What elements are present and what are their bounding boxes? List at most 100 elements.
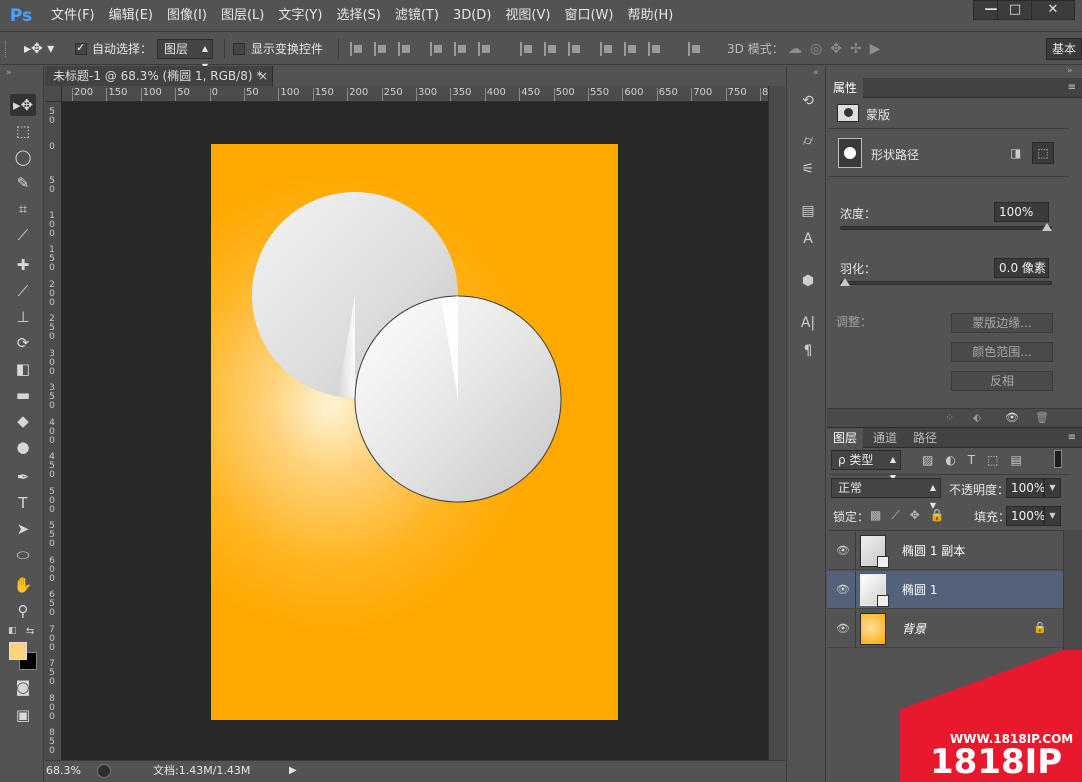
menu-edit[interactable]: 编辑(E)	[102, 0, 160, 32]
color-range-button[interactable]: 颜色范围...	[951, 342, 1053, 362]
feather-field[interactable]: 0.0 像素	[994, 258, 1049, 278]
layer-row[interactable]: 👁 椭圆 1 副本	[827, 532, 1063, 570]
status-info-icon[interactable]	[97, 764, 111, 778]
character-styles-icon[interactable]: A	[797, 228, 819, 250]
show-transform-checkbox[interactable]	[233, 43, 245, 55]
align-hcenter-icon[interactable]	[454, 42, 468, 56]
menu-help[interactable]: 帮助(H)	[620, 0, 680, 32]
add-mask-icon[interactable]: ◨	[1010, 146, 1021, 160]
visibility-eye-icon[interactable]: 👁	[835, 621, 851, 637]
distribute-bottom-icon[interactable]	[568, 42, 582, 56]
distribute-top-icon[interactable]	[520, 42, 534, 56]
3d-mode-icons[interactable]: ☁◎✥✢▶	[788, 33, 888, 65]
layer-thumbnail[interactable]	[860, 613, 886, 645]
crop-tool-icon[interactable]: ⌗	[10, 198, 36, 220]
layer-name[interactable]: 椭圆 1 副本	[902, 532, 965, 570]
auto-select-checkbox[interactable]	[75, 41, 87, 55]
3d-panel-icon[interactable]: ⬢	[797, 270, 819, 292]
lock-icons[interactable]: ▩⟋✥🔒	[870, 508, 955, 523]
mask-edge-button[interactable]: 蒙版边缘...	[951, 313, 1053, 333]
maximize-button[interactable]: □	[997, 0, 1033, 20]
swap-colors-icon[interactable]: ⇆	[26, 626, 34, 637]
auto-select-target-dropdown[interactable]: 图层 ▲▼	[157, 39, 213, 71]
collapse-icon[interactable]: »	[6, 68, 12, 78]
lasso-tool-icon[interactable]: ◯	[10, 146, 36, 168]
fill-dropdown-icon[interactable]: ▼	[1044, 506, 1061, 526]
panel-menu-icon[interactable]: ≡	[1068, 428, 1076, 448]
layer-row[interactable]: 👁 椭圆 1	[827, 571, 1063, 609]
invert-button[interactable]: 反相	[951, 371, 1053, 391]
panel-menu-icon[interactable]: ≡	[1068, 78, 1076, 98]
feather-slider-handle[interactable]	[840, 278, 850, 286]
layer-row[interactable]: 👁 背景 🔒	[827, 610, 1063, 648]
opacity-dropdown-icon[interactable]: ▼	[1044, 478, 1061, 498]
eyedropper-tool-icon[interactable]: ⟋	[10, 224, 36, 246]
stamp-tool-icon[interactable]: ⊥	[10, 306, 36, 328]
horizontal-ruler[interactable]: 200 150 100 50 0 50 100 150 200 250 300 350 400 450 50…	[62, 86, 768, 102]
close-button[interactable]: ✕	[1031, 0, 1075, 20]
quick-mask-icon[interactable]: ◙	[10, 676, 36, 698]
canvas-area[interactable]	[62, 102, 768, 760]
collapse-icon[interactable]: »	[1067, 66, 1073, 76]
quick-select-tool-icon[interactable]: ✎	[10, 172, 36, 194]
layer-name[interactable]: 椭圆 1	[902, 571, 937, 609]
collapse-icon[interactable]: «	[813, 68, 819, 78]
move-tool-icon[interactable]: ▸✥	[10, 94, 36, 116]
density-field[interactable]: 100%	[994, 202, 1049, 222]
default-colors-icon[interactable]: ◧	[8, 626, 17, 636]
density-slider-handle[interactable]	[1042, 223, 1052, 231]
close-tab-icon[interactable]: ×	[258, 66, 270, 86]
distribute-hcenter-icon[interactable]	[624, 42, 638, 56]
menu-type[interactable]: 文字(Y)	[271, 0, 329, 32]
blend-mode-dropdown[interactable]: 正常 ▲ ▼	[831, 478, 941, 510]
gradient-tool-icon[interactable]: ▬	[10, 384, 36, 406]
delete-mask-icon[interactable]: 🗑	[1035, 411, 1049, 424]
options-grip[interactable]	[5, 41, 9, 57]
brush-presets-icon[interactable]: ⌭	[797, 130, 819, 152]
paragraph-panel-icon[interactable]: ¶	[797, 340, 819, 362]
tab-layers[interactable]: 图层	[827, 428, 864, 448]
menu-file[interactable]: 文件(F)	[44, 0, 102, 32]
filter-toggle[interactable]	[1054, 450, 1062, 468]
healing-tool-icon[interactable]: ✚	[10, 254, 36, 276]
document-canvas[interactable]	[211, 144, 618, 720]
visibility-eye-icon[interactable]: 👁	[835, 543, 851, 559]
tab-paths[interactable]: 路径	[907, 428, 943, 448]
screen-mode-icon[interactable]: ▣	[10, 704, 36, 726]
menu-layer[interactable]: 图层(L)	[214, 0, 271, 32]
brush-panel-icon[interactable]: ⚟	[797, 158, 819, 180]
fill-field[interactable]: 100%	[1006, 506, 1045, 526]
align-bottom-icon[interactable]	[398, 42, 412, 56]
distribute-right-icon[interactable]	[648, 42, 662, 56]
density-slider[interactable]	[840, 226, 1052, 230]
history-brush-tool-icon[interactable]: ⟳	[10, 332, 36, 354]
foreground-color-swatch[interactable]	[9, 642, 27, 660]
document-tab[interactable]: 未标题-1 @ 68.3% (椭圆 1, RGB/8) *	[45, 66, 273, 86]
tab-channels[interactable]: 通道	[867, 428, 903, 448]
align-vcenter-icon[interactable]	[374, 42, 388, 56]
pixel-mask-icon[interactable]	[837, 104, 859, 122]
distribute-left-icon[interactable]	[600, 42, 614, 56]
toggle-mask-eye-icon[interactable]: 👁	[1005, 411, 1019, 424]
move-tool-preset-icon[interactable]: ▸✥ ▾	[24, 33, 54, 65]
vector-mask-thumbnail[interactable]	[838, 138, 862, 168]
ellipse-tool-icon[interactable]: ⬭	[10, 544, 36, 566]
blur-tool-icon[interactable]: ◆	[10, 410, 36, 432]
zoom-level[interactable]: 68.3%	[46, 761, 81, 781]
workspace-button[interactable]: 基本	[1046, 38, 1082, 60]
align-left-icon[interactable]	[430, 42, 444, 56]
ruler-origin[interactable]	[45, 86, 62, 102]
character-panel-icon[interactable]: A|	[797, 312, 819, 334]
layer-name[interactable]: 背景	[902, 610, 926, 648]
eraser-tool-icon[interactable]: ◧	[10, 358, 36, 380]
menu-window[interactable]: 窗口(W)	[557, 0, 620, 32]
clone-source-icon[interactable]: ▤	[797, 200, 819, 222]
status-menu-arrow-icon[interactable]: ▶	[289, 764, 301, 778]
layer-thumbnail[interactable]	[860, 535, 889, 568]
menu-view[interactable]: 视图(V)	[498, 0, 557, 32]
vector-mask-icon[interactable]: ⬚	[1032, 142, 1054, 164]
zoom-tool-icon[interactable]: ⚲	[10, 600, 36, 622]
menu-filter[interactable]: 滤镜(T)	[388, 0, 446, 32]
layer-filter-dropdown[interactable]: ρ 类型 ▲▼	[831, 450, 901, 482]
feather-slider[interactable]	[840, 281, 1052, 285]
